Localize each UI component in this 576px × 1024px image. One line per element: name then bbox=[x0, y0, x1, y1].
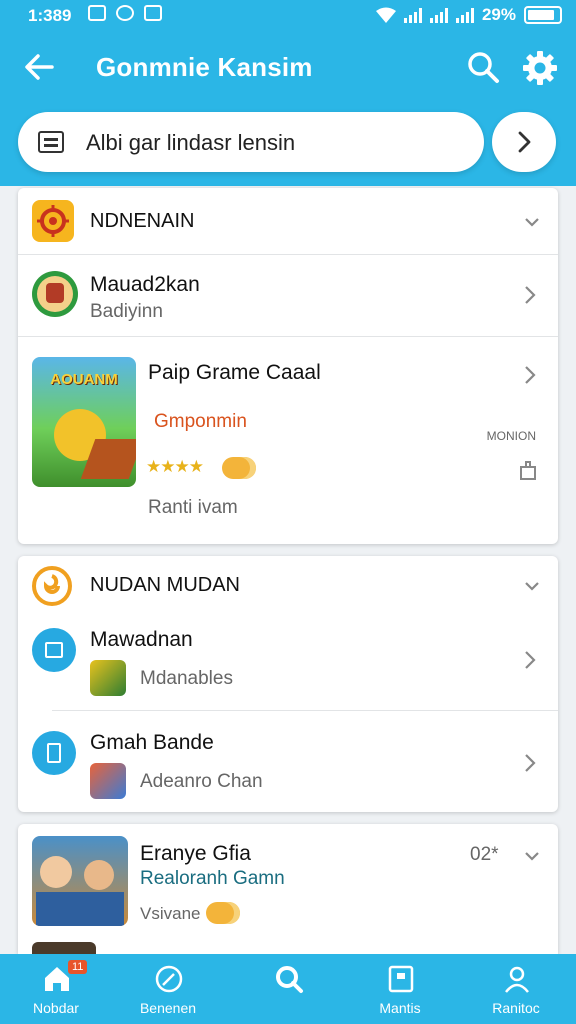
chevron-down-icon bbox=[525, 852, 539, 861]
nav-item-profile[interactable]: Ranitoc bbox=[466, 954, 566, 1024]
list-item-subtitle-visible: Mdanables bbox=[140, 668, 233, 689]
arrow-left-icon bbox=[25, 54, 54, 80]
chevron-right-icon bbox=[525, 286, 536, 304]
chevron-down-icon bbox=[525, 582, 539, 591]
share-icon[interactable] bbox=[518, 459, 538, 481]
section-1-title: NDNENAIN bbox=[90, 210, 195, 232]
list-item-gmah-bande[interactable]: Gmah Bande Adeanro Chan bbox=[18, 711, 558, 812]
game-thumb-icon bbox=[90, 763, 126, 799]
target-icon bbox=[32, 200, 74, 242]
battery-percent: 29% bbox=[481, 5, 516, 24]
list-item-title: Mawadnan bbox=[90, 628, 193, 651]
chevron-down-icon bbox=[525, 218, 539, 227]
list-item-subtitle: Adeanro Chan bbox=[140, 771, 263, 792]
back-button[interactable] bbox=[22, 50, 58, 86]
page-title: Gonmnie Kansim bbox=[96, 52, 313, 82]
section-card-1: NDNENAIN Mauad2kan Badiyinn AOUANM Paip … bbox=[18, 188, 558, 544]
document-icon bbox=[38, 131, 64, 153]
status-bar: 1:389 29% bbox=[0, 0, 576, 32]
section-1-header[interactable]: NDNENAIN bbox=[18, 188, 558, 254]
nav-label: Nobdar bbox=[33, 1000, 79, 1016]
list-item-subtitle: Realoranh Gamn bbox=[140, 868, 285, 889]
compass-icon bbox=[155, 965, 183, 993]
list-item-title: Mauad2kan bbox=[90, 273, 200, 296]
search-input-text: Albi gar lindasr lensin bbox=[86, 130, 296, 155]
nav-label: Ranitoc bbox=[492, 1000, 540, 1016]
featured-game-card[interactable]: AOUANM Paip Grame Caaal Gmponmin MONION … bbox=[18, 337, 558, 544]
count-label: 02* bbox=[470, 844, 499, 865]
star-icons: ★★★★ bbox=[146, 457, 204, 476]
nav-label: Mantis bbox=[379, 1000, 421, 1016]
notification-mail-icon bbox=[144, 5, 162, 21]
nav-label: Benenen bbox=[139, 1000, 197, 1016]
search-icon bbox=[276, 966, 303, 993]
chevron-right-icon bbox=[518, 131, 531, 153]
search-input[interactable]: Albi gar lindasr lensin bbox=[18, 112, 484, 172]
coin-icon bbox=[206, 902, 240, 924]
nav-badge: 11 bbox=[68, 960, 88, 974]
section-card-3: Eranye Gfia Realoranh Gamn Vsivane 02* bbox=[18, 824, 558, 954]
battery-icon bbox=[524, 6, 562, 24]
game-thumb-icon bbox=[90, 660, 126, 696]
notification-chat-icon bbox=[116, 5, 134, 21]
chevron-right-icon bbox=[525, 651, 536, 669]
section-2-header[interactable]: NUDAN MUDAN bbox=[18, 556, 558, 614]
list-item-subtitle: Badiyinn bbox=[90, 301, 163, 322]
nav-item-mantis[interactable]: Mantis bbox=[350, 954, 450, 1024]
rating-text: Ranti ivam bbox=[148, 497, 238, 518]
settings-button[interactable] bbox=[520, 48, 560, 88]
chevron-right-icon bbox=[525, 366, 536, 384]
app-store-icon bbox=[32, 731, 76, 775]
list-item-eranye-gfia[interactable]: Eranye Gfia Realoranh Gamn Vsivane 02* bbox=[18, 824, 558, 954]
search-icon bbox=[468, 52, 499, 83]
signal-icon-3 bbox=[455, 7, 474, 23]
coin-icon bbox=[222, 457, 256, 479]
chevron-right-icon bbox=[525, 754, 536, 772]
signal-icon-2 bbox=[429, 7, 448, 23]
nav-item-home[interactable]: 11 Nobdar bbox=[6, 954, 106, 1024]
signal-icon bbox=[403, 7, 422, 23]
partial-row bbox=[32, 942, 96, 954]
featured-game-title: Paip Grame Caaal bbox=[148, 361, 321, 384]
list-item-mawadnan[interactable]: Mawadnan Mdanables Mdanables bbox=[18, 614, 558, 710]
section-card-2: NUDAN MUDAN Mawadnan Mdanables Mdanables… bbox=[18, 556, 558, 812]
search-go-button[interactable] bbox=[492, 112, 556, 172]
notification-m-icon bbox=[88, 5, 106, 21]
status-time: 1:389 bbox=[28, 6, 72, 25]
gear-icon bbox=[523, 51, 557, 85]
thumbnail-label: AOUANM bbox=[50, 371, 118, 388]
user-icon bbox=[505, 966, 529, 993]
list-item-value: Vsivane bbox=[140, 904, 201, 923]
list-item-mauad2kan[interactable]: Mauad2kan Badiyinn bbox=[18, 255, 558, 335]
card-icon bbox=[388, 965, 414, 993]
rating-stars: ★★★★ bbox=[146, 457, 204, 477]
notification-icons bbox=[88, 5, 162, 21]
featured-badge: Gmponmin bbox=[154, 411, 247, 432]
game-avatar-icon bbox=[32, 271, 78, 317]
app-bar: Gonmnie Kansim bbox=[0, 40, 576, 96]
section-2-title: NUDAN MUDAN bbox=[90, 574, 240, 596]
list-item-title: Eranye Gfia bbox=[140, 842, 251, 865]
app-store-icon bbox=[32, 628, 76, 672]
nav-item-discover[interactable]: Benenen bbox=[118, 954, 218, 1024]
featured-game-thumbnail: AOUANM bbox=[32, 357, 136, 487]
game-thumbnail bbox=[32, 836, 128, 926]
nav-item-search[interactable] bbox=[238, 954, 338, 1024]
status-right: 29% bbox=[375, 5, 562, 25]
list-item-title: Gmah Bande bbox=[90, 731, 214, 754]
featured-tag: MONION bbox=[486, 429, 536, 443]
wifi-icon bbox=[375, 7, 396, 23]
swirl-icon bbox=[32, 566, 72, 606]
search-button[interactable] bbox=[466, 50, 502, 86]
bottom-nav: 11 Nobdar Benenen Mantis Ranitoc bbox=[0, 954, 576, 1024]
